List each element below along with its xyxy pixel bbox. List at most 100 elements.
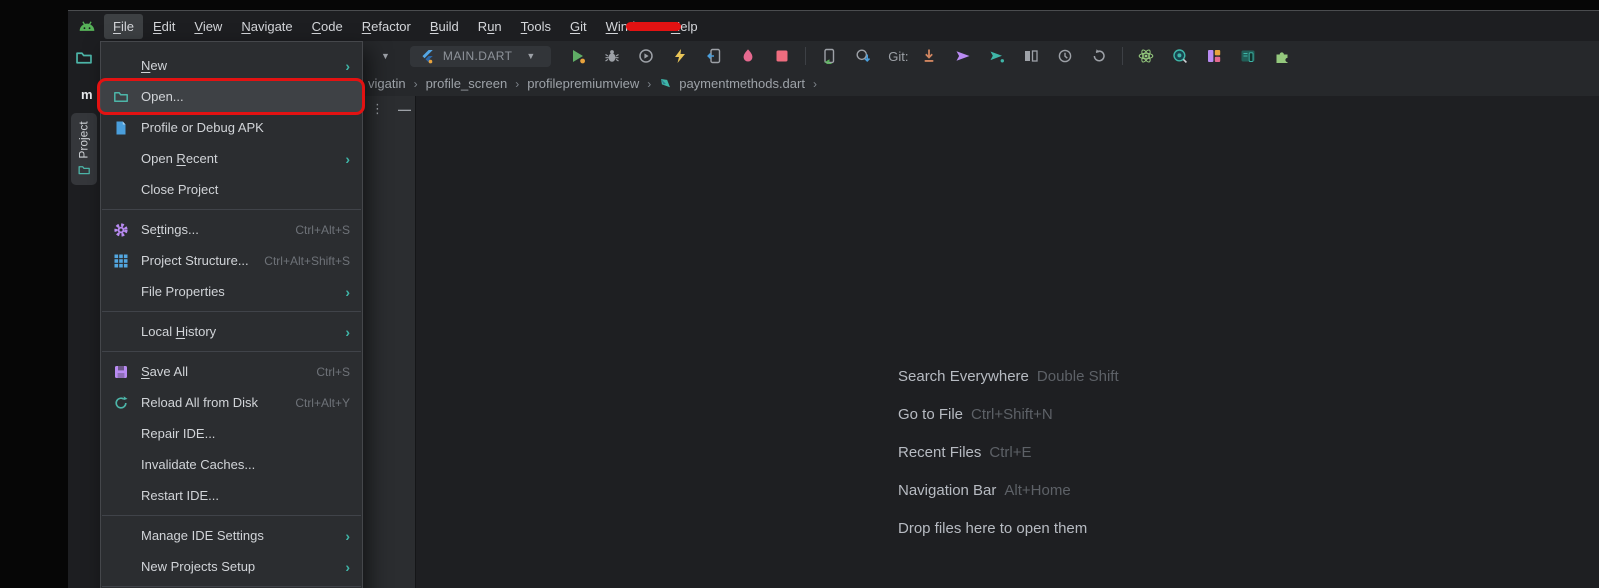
menu-item-manage-ide-settings[interactable]: Manage IDE Settings ›: [101, 520, 362, 551]
grid-icon: [113, 253, 133, 269]
red-annotation-box: [97, 78, 365, 115]
submenu-arrow-icon: ›: [345, 284, 350, 300]
diff-button[interactable]: [1022, 47, 1040, 65]
git-update-button[interactable]: [920, 47, 938, 65]
submenu-arrow-icon: ›: [345, 559, 350, 575]
breadcrumb-item[interactable]: vigatin: [368, 76, 406, 91]
menu-build[interactable]: Build: [421, 14, 468, 39]
menu-item-file-properties[interactable]: File Properties ›: [101, 276, 362, 307]
profiler-button[interactable]: [1137, 47, 1155, 65]
device-manager-button[interactable]: [1239, 47, 1257, 65]
project-tab-label: Project: [77, 121, 91, 158]
run-configuration-selector[interactable]: MAIN.DART ▼: [410, 46, 551, 67]
menu-item-settings[interactable]: Settings... Ctrl+Alt+S: [101, 214, 362, 245]
menu-item-open[interactable]: Open...: [101, 81, 362, 112]
running-devices-button[interactable]: [820, 47, 838, 65]
floppy-disk-icon: [113, 364, 133, 380]
hint-drop-files: Drop files here to open them: [898, 520, 1087, 537]
hint-keys: Ctrl+E: [989, 444, 1031, 461]
git-section-label: Git:: [888, 49, 908, 64]
refresh-icon: [113, 395, 133, 411]
profile-run-button[interactable]: [637, 47, 655, 65]
menu-item-profile-or-debug-apk[interactable]: Profile or Debug APK: [101, 112, 362, 143]
menu-item-restart-ide[interactable]: Restart IDE...: [101, 480, 362, 511]
android-studio-logo-icon: [76, 18, 98, 34]
layout-inspector-button[interactable]: [1205, 47, 1223, 65]
menu-bar: File Edit View Navigate Code Refactor Bu…: [68, 11, 1599, 41]
git-push-button[interactable]: [954, 47, 972, 65]
breadcrumb-chevron-icon: ›: [414, 77, 418, 91]
menu-item-close-project[interactable]: Close Project: [101, 174, 362, 205]
menu-navigate[interactable]: Navigate: [232, 14, 301, 39]
menu-run[interactable]: Run: [469, 14, 511, 39]
menu-separator: [102, 515, 361, 516]
menu-item-repair-ide[interactable]: Repair IDE...: [101, 418, 362, 449]
history-button[interactable]: [1056, 47, 1074, 65]
app-inspection-button[interactable]: [1171, 47, 1189, 65]
breadcrumb-chevron-icon: ›: [515, 77, 519, 91]
red-annotation-scribble: [626, 22, 681, 31]
menu-refactor[interactable]: Refactor: [353, 14, 420, 39]
ide-window: File Edit View Navigate Code Refactor Bu…: [68, 10, 1599, 588]
menu-separator: [102, 351, 361, 352]
rollback-button[interactable]: [1090, 47, 1108, 65]
submenu-arrow-icon: ›: [345, 324, 350, 340]
hint-keys: Alt+Home: [1004, 482, 1070, 499]
debug-button[interactable]: [603, 47, 621, 65]
breadcrumb-chevron-icon: ›: [813, 77, 817, 91]
run-config-label: MAIN.DART: [443, 49, 512, 63]
menu-code[interactable]: Code: [303, 14, 352, 39]
toolbar-separator: [805, 47, 806, 65]
breadcrumb-chevron-icon: ›: [647, 77, 651, 91]
breadcrumb-item-current-file[interactable]: paymentmethods.dart: [679, 76, 805, 91]
sync-download-button[interactable]: [854, 47, 872, 65]
editor-area: Search Everywhere Double Shift Go to File…: [415, 96, 1599, 588]
attach-debugger-button[interactable]: [705, 47, 723, 65]
folder-icon: [113, 89, 133, 105]
folder-icon: [78, 164, 91, 177]
menu-item-new[interactable]: New ›: [101, 50, 362, 81]
menu-item-local-history[interactable]: Local History ›: [101, 316, 362, 347]
gear-icon: [113, 222, 133, 238]
panel-hide-icon[interactable]: —: [398, 102, 411, 117]
flutter-icon: [420, 49, 435, 64]
menu-item-new-projects-setup[interactable]: New Projects Setup ›: [101, 551, 362, 582]
hint-keys: Double Shift: [1037, 368, 1119, 385]
device-selector-caret-icon[interactable]: ▼: [375, 51, 396, 61]
editor-shortcut-hints: Search Everywhere Double Shift Go to File…: [898, 368, 1119, 542]
hint-label: Search Everywhere: [898, 368, 1029, 385]
hot-restart-flame-button[interactable]: [739, 47, 757, 65]
stop-button[interactable]: [773, 47, 791, 65]
panel-options-icon[interactable]: ⋮: [371, 101, 384, 117]
project-name-initial: m: [81, 87, 93, 102]
menu-separator: [102, 586, 361, 587]
run-config-caret-icon: ▼: [520, 51, 541, 61]
submenu-arrow-icon: ›: [345, 58, 350, 74]
menu-separator: [102, 311, 361, 312]
menu-git[interactable]: Git: [561, 14, 596, 39]
run-button[interactable]: [569, 47, 587, 65]
plugins-button[interactable]: [1273, 47, 1291, 65]
breadcrumb-item[interactable]: profilepremiumview: [527, 76, 639, 91]
menu-item-open-recent[interactable]: Open Recent ›: [101, 143, 362, 174]
tool-window-stripe: m Project: [68, 41, 100, 588]
menu-view[interactable]: View: [185, 14, 231, 39]
project-tool-window-tab[interactable]: Project: [71, 113, 97, 185]
project-folder-icon[interactable]: [75, 49, 93, 67]
menu-item-reload-all-from-disk[interactable]: Reload All from Disk Ctrl+Alt+Y: [101, 387, 362, 418]
menu-item-project-structure[interactable]: Project Structure... Ctrl+Alt+Shift+S: [101, 245, 362, 276]
hint-label: Go to File: [898, 406, 963, 423]
git-commit-button[interactable]: [988, 47, 1006, 65]
submenu-arrow-icon: ›: [345, 528, 350, 544]
menu-edit[interactable]: Edit: [144, 14, 184, 39]
apk-file-icon: [113, 120, 133, 136]
breadcrumb-item[interactable]: profile_screen: [426, 76, 508, 91]
file-menu-popup: New › Open... Profile or Debug APK Open …: [100, 41, 363, 588]
menu-tools[interactable]: Tools: [512, 14, 560, 39]
hot-reload-button[interactable]: [671, 47, 689, 65]
menu-file[interactable]: File: [104, 14, 143, 39]
menu-item-save-all[interactable]: Save All Ctrl+S: [101, 356, 362, 387]
hint-keys: Ctrl+Shift+N: [971, 406, 1053, 423]
dart-file-icon: [659, 77, 672, 90]
menu-item-invalidate-caches[interactable]: Invalidate Caches...: [101, 449, 362, 480]
